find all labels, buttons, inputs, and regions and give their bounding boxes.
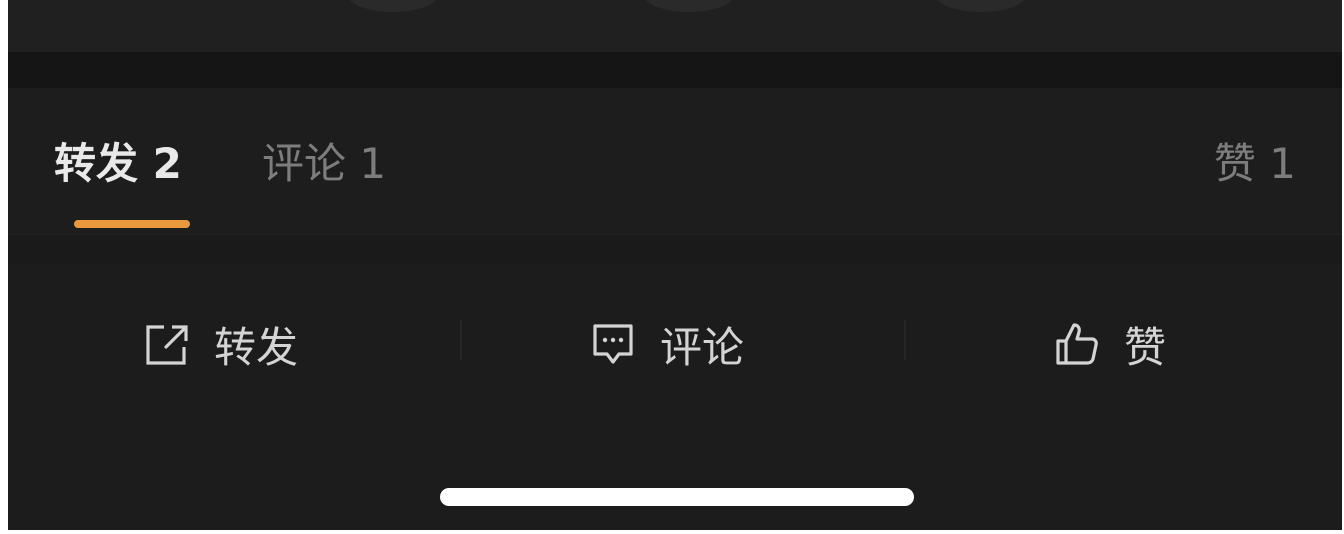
detail-bottom-panel: 转发 2 评论 1 赞 1 转发 评论 赞 [8, 0, 1342, 530]
repost-button[interactable]: 转发 [144, 316, 298, 372]
faded-content-shape [348, 0, 438, 12]
tab-like[interactable]: 赞 1 [1214, 136, 1296, 192]
home-indicator[interactable] [440, 488, 914, 506]
tab-repost-count: 2 [152, 139, 182, 188]
comment-bubble-icon [593, 324, 633, 364]
faded-content-shape [936, 0, 1026, 12]
comment-button-label: 评论 [660, 322, 745, 372]
tab-repost[interactable]: 转发 2 [54, 136, 182, 192]
faded-content-shape [644, 0, 734, 12]
comment-button[interactable]: 评论 [590, 316, 744, 372]
repost-button-label: 转发 [214, 322, 299, 372]
like-button[interactable]: 赞 [1054, 316, 1166, 372]
section-separator [8, 52, 1342, 88]
tab-comment[interactable]: 评论 1 [262, 136, 386, 192]
content-area-edge [8, 0, 1342, 52]
tab-comment-count: 1 [359, 139, 387, 188]
interaction-tab-bar [8, 88, 1342, 234]
tab-like-label: 赞 [1213, 139, 1256, 188]
tab-like-count: 1 [1269, 139, 1296, 188]
tab-comment-label: 评论 [262, 139, 347, 188]
active-tab-indicator [74, 220, 190, 228]
like-button-label: 赞 [1124, 322, 1167, 372]
share-external-icon [146, 325, 188, 365]
action-divider [460, 320, 462, 360]
tab-repost-label: 转发 [54, 139, 139, 188]
action-divider [904, 320, 906, 360]
thumbs-up-icon [1056, 323, 1098, 365]
tab-bar-divider [8, 234, 1342, 265]
